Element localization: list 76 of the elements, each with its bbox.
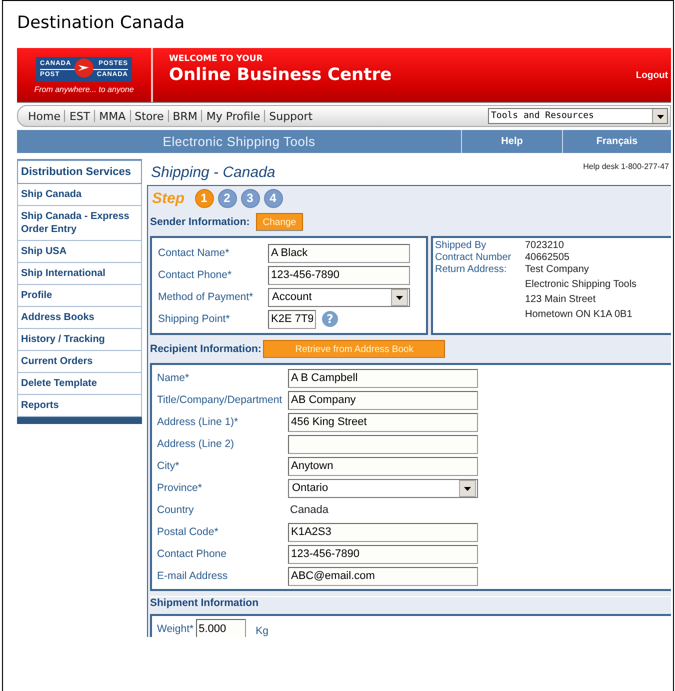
field-label: City*: [157, 460, 180, 472]
field-label: E-mail Address: [157, 570, 229, 582]
field-label: Contact Phone*: [158, 269, 233, 281]
sidebar-heading: Distribution Services: [17, 160, 142, 184]
section-label: Sender Information:: [150, 216, 250, 228]
logout-link[interactable]: Logout: [636, 70, 671, 80]
info-value: Electronic Shipping Tools: [525, 279, 637, 291]
step-indicator: 1: [194, 188, 214, 208]
sidebar-item[interactable]: Ship Canada: [17, 184, 142, 206]
header-link[interactable]: Help: [461, 130, 562, 153]
field-label: Method of Payment*: [158, 291, 254, 303]
info-label: Return Address:: [435, 264, 508, 277]
info-value: Hometown ON K1A 0B1: [525, 309, 634, 321]
input-field[interactable]: K2E 7T9: [268, 310, 316, 328]
sidebar-item[interactable]: Profile: [17, 285, 142, 307]
tools-select[interactable]: Tools and Resources: [488, 108, 668, 124]
field-label: Contact Name*: [158, 247, 230, 259]
sidebar-item[interactable]: Address Books: [17, 307, 142, 329]
input-field[interactable]: A Black: [268, 244, 410, 262]
nav-link[interactable]: Support: [269, 110, 313, 122]
nav-link[interactable]: Store: [134, 110, 164, 122]
sidebar-item[interactable]: Ship USA: [17, 241, 142, 263]
input-field[interactable]: 5.000: [196, 619, 246, 637]
unit-label: Kg: [256, 624, 268, 636]
input-field[interactable]: K1A2S3: [288, 522, 478, 542]
sidebar-item[interactable]: Delete Template: [17, 373, 142, 395]
info-value: Test Company: [525, 264, 590, 276]
info-label: Contract Number: [435, 252, 512, 264]
input-field[interactable]: 123-456-7890: [288, 544, 478, 564]
field-label: Postal Code*: [157, 526, 220, 538]
info-value: 123 Main Street: [525, 294, 597, 306]
site-title: Online Business Centre: [169, 64, 393, 86]
section-title: Electronic Shipping Tools: [162, 133, 316, 151]
nav-link[interactable]: My Profile: [206, 110, 260, 122]
sidebar-item[interactable]: Ship Canada - Express Order Entry: [17, 206, 142, 241]
page-title: Shipping - Canada: [150, 163, 276, 183]
field-label: Country: [157, 504, 195, 516]
dropdown-field[interactable]: Account: [268, 288, 410, 306]
document-title: Destination Canada: [16, 12, 186, 35]
section-label: Recipient Information:: [150, 343, 262, 355]
welcome-text: WELCOME TO YOUR: [169, 54, 264, 64]
step-indicator: 3: [240, 188, 260, 208]
step-indicator: 4: [264, 188, 283, 208]
field-label: Title/Company/Department: [157, 394, 284, 406]
info-value: 7023210: [525, 240, 564, 252]
field-label: Shipping Point*: [158, 313, 231, 325]
header-link[interactable]: Français: [562, 130, 671, 153]
dropdown-field[interactable]: Ontario: [288, 478, 478, 498]
info-label: Shipped By: [435, 240, 488, 252]
info-value: 40662505: [525, 252, 570, 264]
input-field[interactable]: Anytown: [288, 456, 478, 476]
nav-link[interactable]: Home: [28, 110, 60, 122]
input-field[interactable]: 123-456-7890: [268, 266, 410, 284]
input-field[interactable]: A B Campbell: [288, 368, 478, 388]
sidebar-item[interactable]: Current Orders: [17, 351, 142, 373]
field-label: Name*: [157, 372, 190, 384]
field-label: Weight*: [157, 622, 194, 634]
nav-link[interactable]: BRM: [172, 110, 198, 122]
field-label: Contact Phone: [157, 548, 228, 560]
section-label: Shipment Information: [150, 596, 671, 611]
nav-link[interactable]: MMA: [99, 110, 126, 122]
input-field[interactable]: AB Company: [288, 390, 478, 410]
sidebar-item[interactable]: Ship International: [17, 263, 142, 285]
field-label: Province*: [157, 482, 203, 494]
input-field[interactable]: [288, 434, 478, 454]
step-label: Step: [152, 190, 185, 206]
input-field[interactable]: 456 King Street: [288, 412, 478, 432]
input-field[interactable]: ABC@email.com: [288, 566, 478, 586]
step-indicator: 2: [218, 188, 237, 208]
help-desk-text: Help desk 1-800-277-47: [583, 161, 670, 173]
logo-tagline: From anywhere... to anyone: [34, 84, 134, 94]
nav-link[interactable]: EST: [69, 110, 90, 122]
sidebar-item[interactable]: History / Tracking: [17, 329, 142, 351]
field-label: Address (Line 1)*: [157, 416, 240, 428]
field-value: Canada: [289, 504, 329, 516]
field-label: Address (Line 2): [157, 438, 236, 450]
